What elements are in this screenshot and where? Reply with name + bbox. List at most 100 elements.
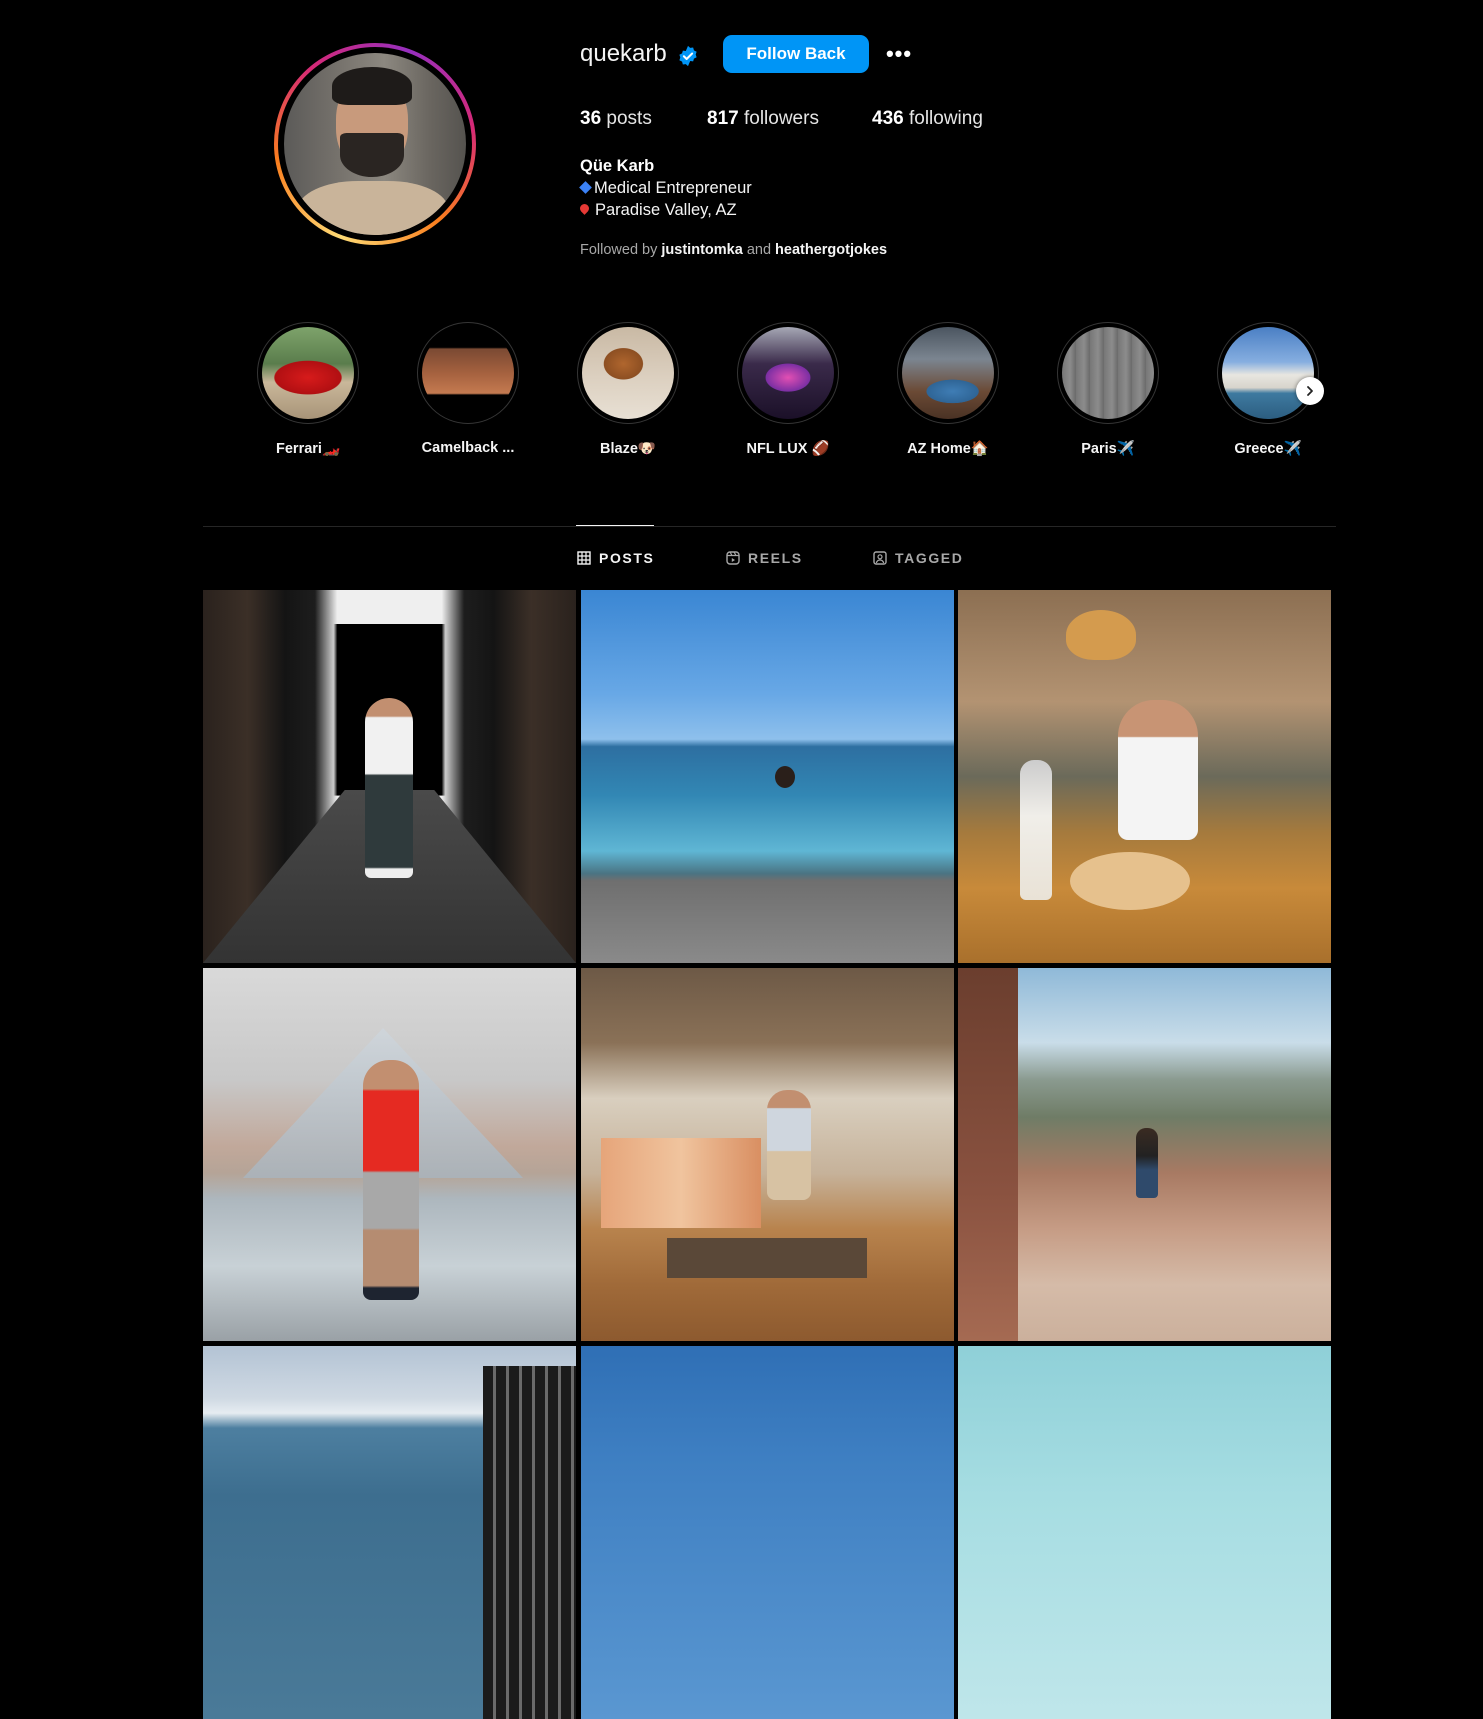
post-bottle [1020,760,1052,900]
avatar-shirt [298,181,448,235]
post-thumbnail[interactable] [958,1346,1331,1719]
location-pin-icon [578,202,591,215]
followed-by-user-1[interactable]: justintomka [661,242,742,258]
following-link[interactable]: 436 following [872,108,983,130]
highlight-label: Greece✈️ [1234,441,1302,457]
active-tab-indicator [576,525,654,526]
profile-full-name: Qüe Karb [580,157,655,175]
highlight-label: Blaze🐶 [600,441,656,457]
tabs-divider [203,526,1336,527]
grid-icon [577,551,591,565]
highlight-cover [742,327,834,419]
post-rug [667,1238,867,1278]
reels-icon [726,551,740,565]
highlight-label: Paris✈️ [1081,441,1135,457]
tab-reels-label: REELS [748,550,803,566]
highlight-cover [422,327,514,419]
post-image [581,1346,954,1719]
followers-label: followers [743,108,819,129]
highlight-ring [577,322,679,424]
post-figure [363,1060,419,1300]
post-thumbnail[interactable] [958,968,1331,1341]
post-figure [1118,700,1198,840]
avatar-beard [340,133,404,177]
post-image [958,590,1331,963]
profile-username: quekarb [580,40,667,67]
bio-occupation-text: Medical Entrepreneur [594,179,752,197]
highlight-camelback[interactable]: Camelback ... [416,322,520,456]
highlight-ring [257,322,359,424]
bio-location-text: Paradise Valley, AZ [595,201,737,219]
followed-by-and: and [746,242,772,258]
tab-tagged[interactable]: TAGGED [873,550,963,566]
highlight-blaze[interactable]: Blaze🐶 [576,322,680,457]
follow-back-button[interactable]: Follow Back [723,35,869,73]
followers-number: 817 [707,108,739,129]
post-image [958,968,1331,1341]
post-figure [1136,1128,1158,1198]
bio-line-occupation: Medical Entrepreneur [576,179,752,198]
highlight-ring [1217,322,1319,424]
post-fence [483,1366,576,1719]
post-thumbnail[interactable] [581,590,954,963]
post-figure [767,1090,811,1200]
highlight-cover [1062,327,1154,419]
highlight-nfl-lux[interactable]: NFL LUX 🏈 [736,322,840,457]
post-image [203,590,576,963]
followed-by-user-2[interactable]: heathergotjokes [775,242,887,258]
post-image [958,1346,1331,1719]
highlight-cover [262,327,354,419]
posts-label: posts [606,108,652,129]
post-thumbnail[interactable] [958,590,1331,963]
highlight-label: Ferrari🏎️ [276,441,340,457]
post-image [581,590,954,963]
post-lamp [1066,610,1136,660]
following-label: following [908,108,983,129]
highlight-label: AZ Home🏠 [907,441,989,457]
tab-reels[interactable]: REELS [726,550,803,566]
bio-line-location: Paradise Valley, AZ [576,201,737,220]
avatar-hair [332,67,412,105]
followed-by-prefix: Followed by [580,242,658,258]
more-options-button[interactable]: ••• [884,40,914,68]
highlight-cover [582,327,674,419]
highlight-paris[interactable]: Paris✈️ [1056,322,1160,457]
post-thumbnail[interactable] [581,1346,954,1719]
posts-number: 36 [580,108,602,129]
post-image [581,968,954,1341]
post-image [203,1346,576,1719]
post-thumbnail[interactable] [203,590,576,963]
highlight-ring [1057,322,1159,424]
chevron-right-icon [1307,386,1313,396]
highlight-cover [902,327,994,419]
highlight-ferrari[interactable]: Ferrari🏎️ [256,322,360,457]
tab-tagged-label: TAGGED [895,550,964,566]
profile-avatar[interactable] [274,43,476,245]
highlight-cover [1222,327,1314,419]
post-thumbnail[interactable] [203,968,576,1341]
highlight-ring [897,322,999,424]
highlight-az-home[interactable]: AZ Home🏠 [896,322,1000,457]
highlights-next-button[interactable] [1296,377,1324,405]
highlight-ring [417,322,519,424]
highlight-ring [737,322,839,424]
tab-posts[interactable]: POSTS [577,550,654,566]
post-image [203,968,576,1341]
blue-diamond-icon [579,181,592,194]
tab-posts-label: POSTS [599,550,655,566]
tagged-icon [873,551,887,565]
post-thumbnail[interactable] [581,968,954,1341]
following-number: 436 [872,108,904,129]
post-thumbnail[interactable] [203,1346,576,1719]
verified-badge-icon [679,45,697,67]
posts-count: 36 posts [580,108,652,130]
post-canyon-left [958,968,1018,1341]
avatar-photo [284,53,466,235]
post-bread [1070,852,1190,910]
highlight-label: Camelback ... [421,440,515,456]
followers-link[interactable]: 817 followers [707,108,819,130]
post-swimmer [775,766,795,788]
post-figure [365,698,413,878]
highlight-label: NFL LUX 🏈 [746,441,830,457]
post-bar-counter [601,1138,761,1228]
